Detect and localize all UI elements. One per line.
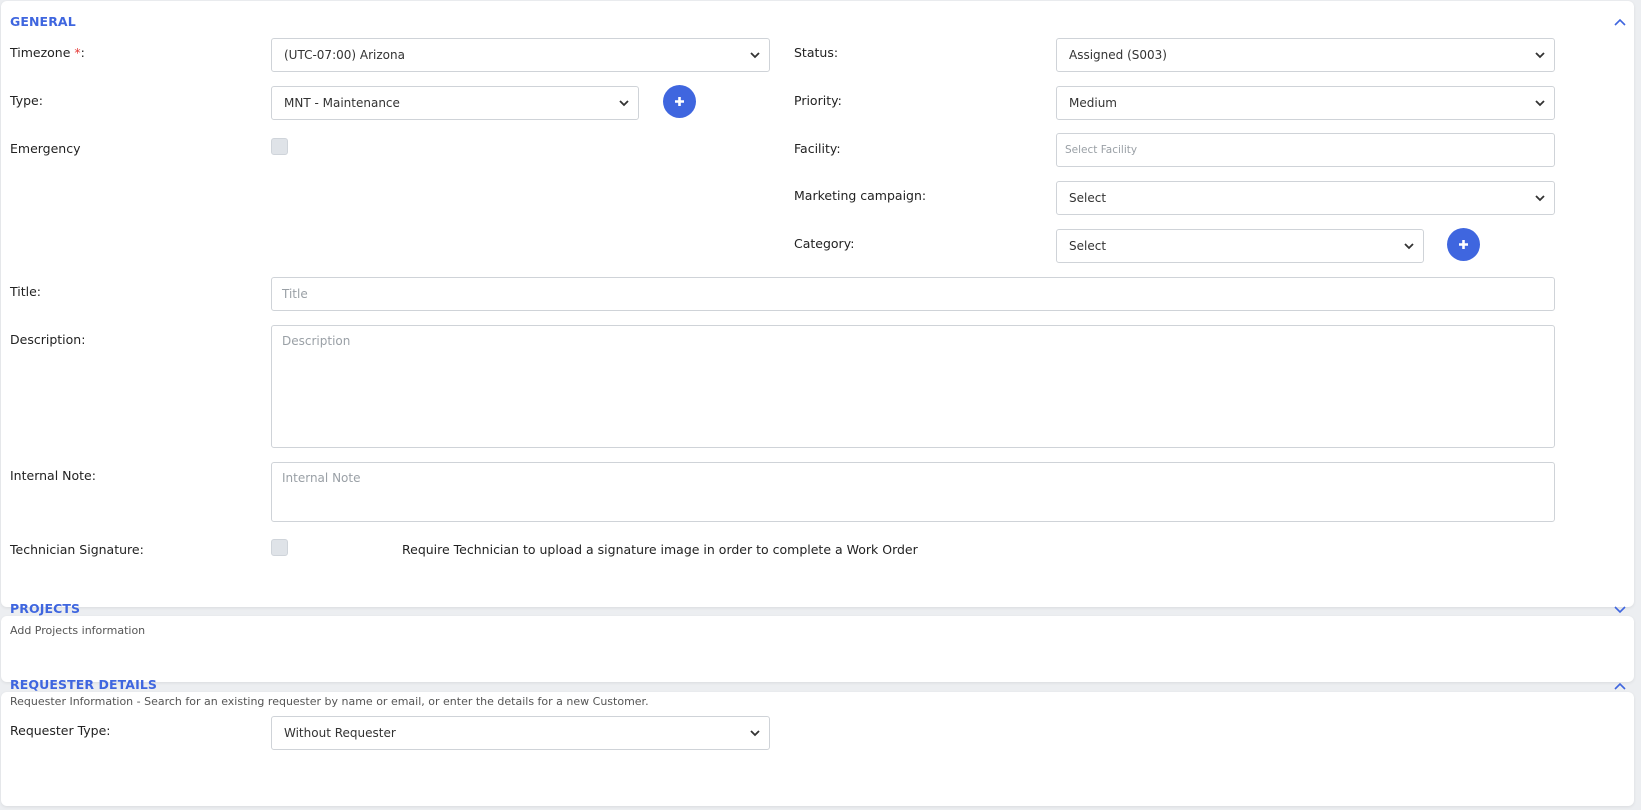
requester-section-title: REQUESTER DETAILS: [10, 677, 157, 692]
internal-note-label: Internal Note:: [10, 468, 96, 483]
requester-type-value: Without Requester: [284, 726, 396, 740]
emergency-label: Emergency: [10, 141, 81, 156]
internal-note-textarea[interactable]: Internal Note: [271, 462, 1555, 522]
projects-subtitle: Add Projects information: [10, 624, 146, 637]
marketing-campaign-label: Marketing campaign:: [794, 188, 927, 203]
title-placeholder: Title: [282, 287, 308, 301]
status-select-value: Assigned (S003): [1069, 48, 1167, 62]
timezone-select-value: (UTC-07:00) Arizona: [284, 48, 405, 62]
plus-icon: [675, 97, 684, 106]
facility-placeholder: Select Facility: [1065, 144, 1138, 156]
category-select-value: Select: [1069, 239, 1107, 253]
status-select[interactable]: Assigned (S003): [1056, 38, 1555, 72]
type-select-value: MNT - Maintenance: [284, 96, 400, 110]
general-section-title: GENERAL: [10, 14, 76, 29]
chevron-down-icon: [750, 52, 760, 59]
chevron-down-icon: [619, 100, 629, 107]
category-label: Category:: [794, 236, 855, 251]
technician-signature-checkbox[interactable]: [271, 539, 288, 556]
projects-section-title: PROJECTS: [10, 601, 81, 616]
timezone-label: Timezone *:: [10, 45, 85, 60]
facility-label: Facility:: [794, 141, 841, 156]
general-section: GENERAL Timezone *: (UTC-07:00) Arizona …: [1, 1, 1634, 607]
category-select[interactable]: Select: [1056, 229, 1424, 263]
chevron-down-icon: [1535, 195, 1545, 202]
priority-select[interactable]: Medium: [1056, 86, 1555, 120]
chevron-down-icon[interactable]: [1612, 602, 1628, 618]
add-type-button[interactable]: [663, 85, 696, 118]
chevron-up-icon[interactable]: [1612, 678, 1628, 694]
type-label: Type:: [10, 93, 43, 108]
emergency-checkbox[interactable]: [271, 138, 288, 155]
description-textarea[interactable]: Description: [271, 325, 1555, 448]
chevron-down-icon: [1404, 243, 1414, 250]
requester-type-select[interactable]: Without Requester: [271, 716, 770, 750]
title-input[interactable]: Title: [271, 277, 1555, 311]
technician-signature-help: Require Technician to upload a signature…: [402, 542, 918, 557]
chevron-down-icon: [1535, 100, 1545, 107]
timezone-select[interactable]: (UTC-07:00) Arizona: [271, 38, 770, 72]
technician-signature-label: Technician Signature:: [10, 542, 144, 557]
requester-type-label: Requester Type:: [10, 723, 111, 738]
timezone-label-suffix: :: [80, 45, 85, 60]
internal-note-placeholder: Internal Note: [282, 471, 361, 485]
type-select[interactable]: MNT - Maintenance: [271, 86, 639, 120]
status-label: Status:: [794, 45, 839, 60]
chevron-up-icon[interactable]: [1612, 14, 1628, 30]
title-label: Title:: [10, 284, 41, 299]
description-label: Description:: [10, 332, 86, 347]
add-category-button[interactable]: [1447, 228, 1480, 261]
priority-label: Priority:: [794, 93, 842, 108]
facility-input[interactable]: Select Facility: [1056, 133, 1555, 167]
marketing-campaign-select[interactable]: Select: [1056, 181, 1555, 215]
requester-subtitle: Requester Information - Search for an ex…: [10, 695, 649, 708]
priority-select-value: Medium: [1069, 96, 1117, 110]
chevron-down-icon: [1535, 52, 1545, 59]
requester-section: REQUESTER DETAILS Requester Information …: [1, 677, 1634, 806]
plus-icon: [1459, 240, 1468, 249]
projects-section: PROJECTS Add Projects information: [1, 601, 1634, 682]
marketing-campaign-value: Select: [1069, 191, 1107, 205]
chevron-down-icon: [750, 730, 760, 737]
timezone-label-text: Timezone: [10, 45, 75, 60]
description-placeholder: Description: [282, 334, 351, 348]
